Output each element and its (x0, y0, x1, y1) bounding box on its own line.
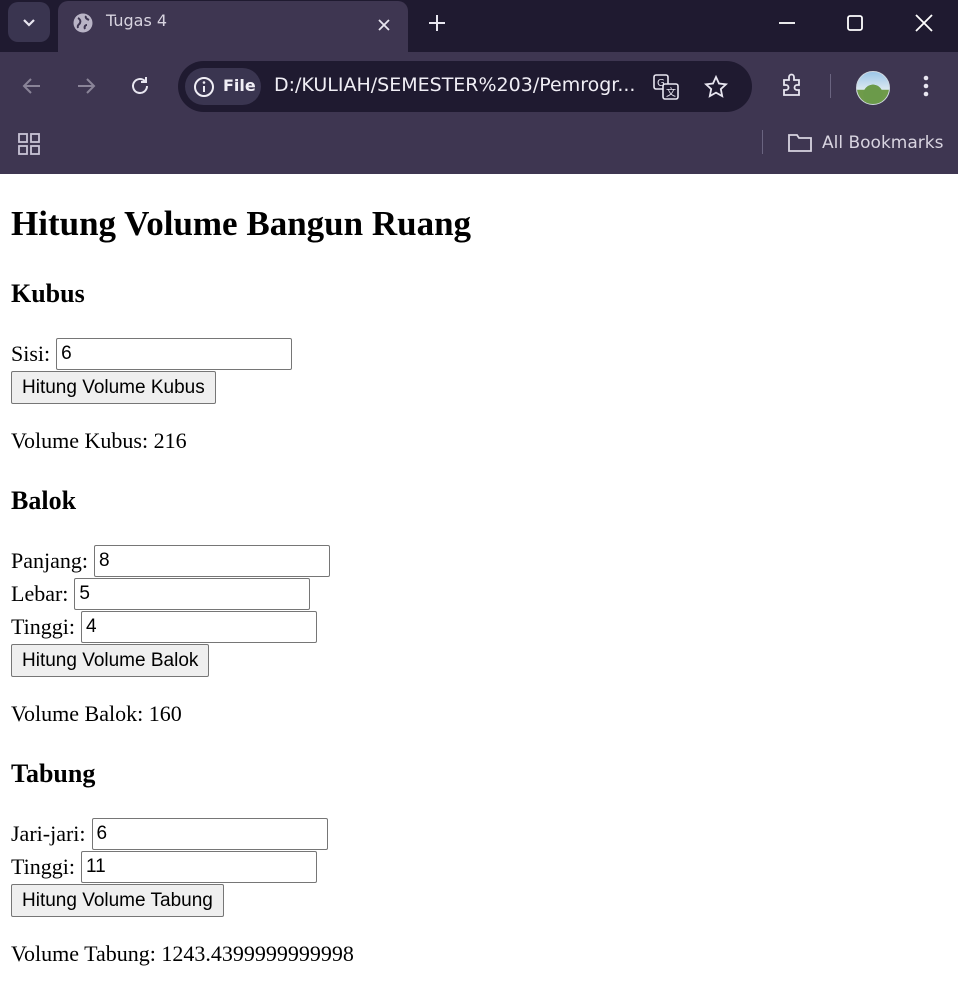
tab-title: Tugas 4 (106, 11, 168, 30)
balok-lebar-row: Lebar: (11, 578, 311, 610)
extensions-icon[interactable] (777, 70, 809, 102)
more-menu-icon[interactable] (910, 70, 942, 102)
sisi-label: Sisi: (11, 341, 51, 366)
close-tab-icon[interactable] (372, 13, 396, 37)
hitung-kubus-button[interactable]: Hitung Volume Kubus (11, 371, 216, 404)
balok-panjang-row: Panjang: (11, 545, 330, 577)
panjang-label: Panjang: (11, 548, 88, 573)
toolbar: File D:/KULIAH/SEMESTER%203/Pemrogr... G… (0, 52, 958, 122)
address-bar[interactable]: File D:/KULIAH/SEMESTER%203/Pemrogr... G… (178, 61, 752, 112)
reload-icon[interactable] (124, 70, 156, 102)
forward-icon[interactable] (70, 70, 102, 102)
tabung-heading: Tabung (11, 759, 96, 788)
folder-icon (788, 134, 812, 152)
new-tab-icon[interactable] (424, 10, 450, 36)
hitung-tabung-button[interactable]: Hitung Volume Tabung (11, 884, 224, 917)
svg-text:文: 文 (666, 86, 676, 99)
sisi-input[interactable] (56, 338, 293, 370)
tab-active[interactable]: Tugas 4 (58, 1, 408, 52)
url-text[interactable]: D:/KULIAH/SEMESTER%203/Pemrogr... (274, 74, 635, 96)
panjang-input[interactable] (94, 545, 330, 577)
lebar-label: Lebar: (11, 581, 69, 606)
tabung-jari-row: Jari-jari: (11, 818, 328, 850)
browser-chrome: Tugas 4 File D:/KULIAH/SEMESTER%203/Pemr… (0, 0, 958, 174)
apps-grid-icon[interactable] (17, 132, 41, 156)
tab-strip: Tugas 4 (0, 0, 958, 52)
hitung-balok-button[interactable]: Hitung Volume Balok (11, 644, 210, 677)
jari-jari-input[interactable] (91, 818, 328, 850)
balok-heading: Balok (11, 486, 77, 515)
translate-icon[interactable]: G文 (652, 73, 680, 101)
bookmark-star-icon[interactable] (702, 73, 730, 101)
globe-icon (73, 13, 93, 33)
tabung-tinggi-row: Tinggi: (11, 851, 318, 883)
jari-jari-label: Jari-jari: (11, 821, 86, 846)
balok-tinggi-row: Tinggi: (11, 611, 318, 643)
all-bookmarks-label: All Bookmarks (822, 133, 944, 153)
all-bookmarks-button[interactable]: All Bookmarks (788, 130, 943, 156)
tabung-result: Volume Tabung: 1243.4399999999998 (11, 941, 354, 966)
kubus-heading: Kubus (11, 279, 85, 308)
profile-avatar[interactable] (856, 71, 890, 105)
toolbar-divider (830, 74, 831, 98)
chevron-down-icon (23, 19, 35, 27)
bookmarks-divider (762, 130, 763, 154)
info-icon (194, 77, 214, 97)
tabung-tinggi-input[interactable] (81, 851, 318, 883)
tabung-tinggi-label: Tinggi: (11, 854, 76, 879)
tinggi-label: Tinggi: (11, 614, 76, 639)
bookmarks-bar: All Bookmarks (0, 122, 958, 174)
tab-search-button[interactable] (8, 2, 50, 42)
tinggi-input[interactable] (81, 611, 318, 643)
kubus-sisi-row: Sisi: (11, 338, 293, 370)
close-window-icon[interactable] (909, 8, 939, 38)
site-info-chip[interactable]: File (185, 68, 261, 105)
page-title: Hitung Volume Bangun Ruang (11, 204, 472, 243)
lebar-input[interactable] (74, 578, 311, 610)
back-icon[interactable] (16, 70, 48, 102)
kubus-result: Volume Kubus: 216 (11, 428, 187, 453)
site-info-label: File (223, 76, 256, 95)
balok-result: Volume Balok: 160 (11, 701, 182, 726)
maximize-icon[interactable] (840, 8, 870, 38)
minimize-icon[interactable] (772, 8, 802, 38)
